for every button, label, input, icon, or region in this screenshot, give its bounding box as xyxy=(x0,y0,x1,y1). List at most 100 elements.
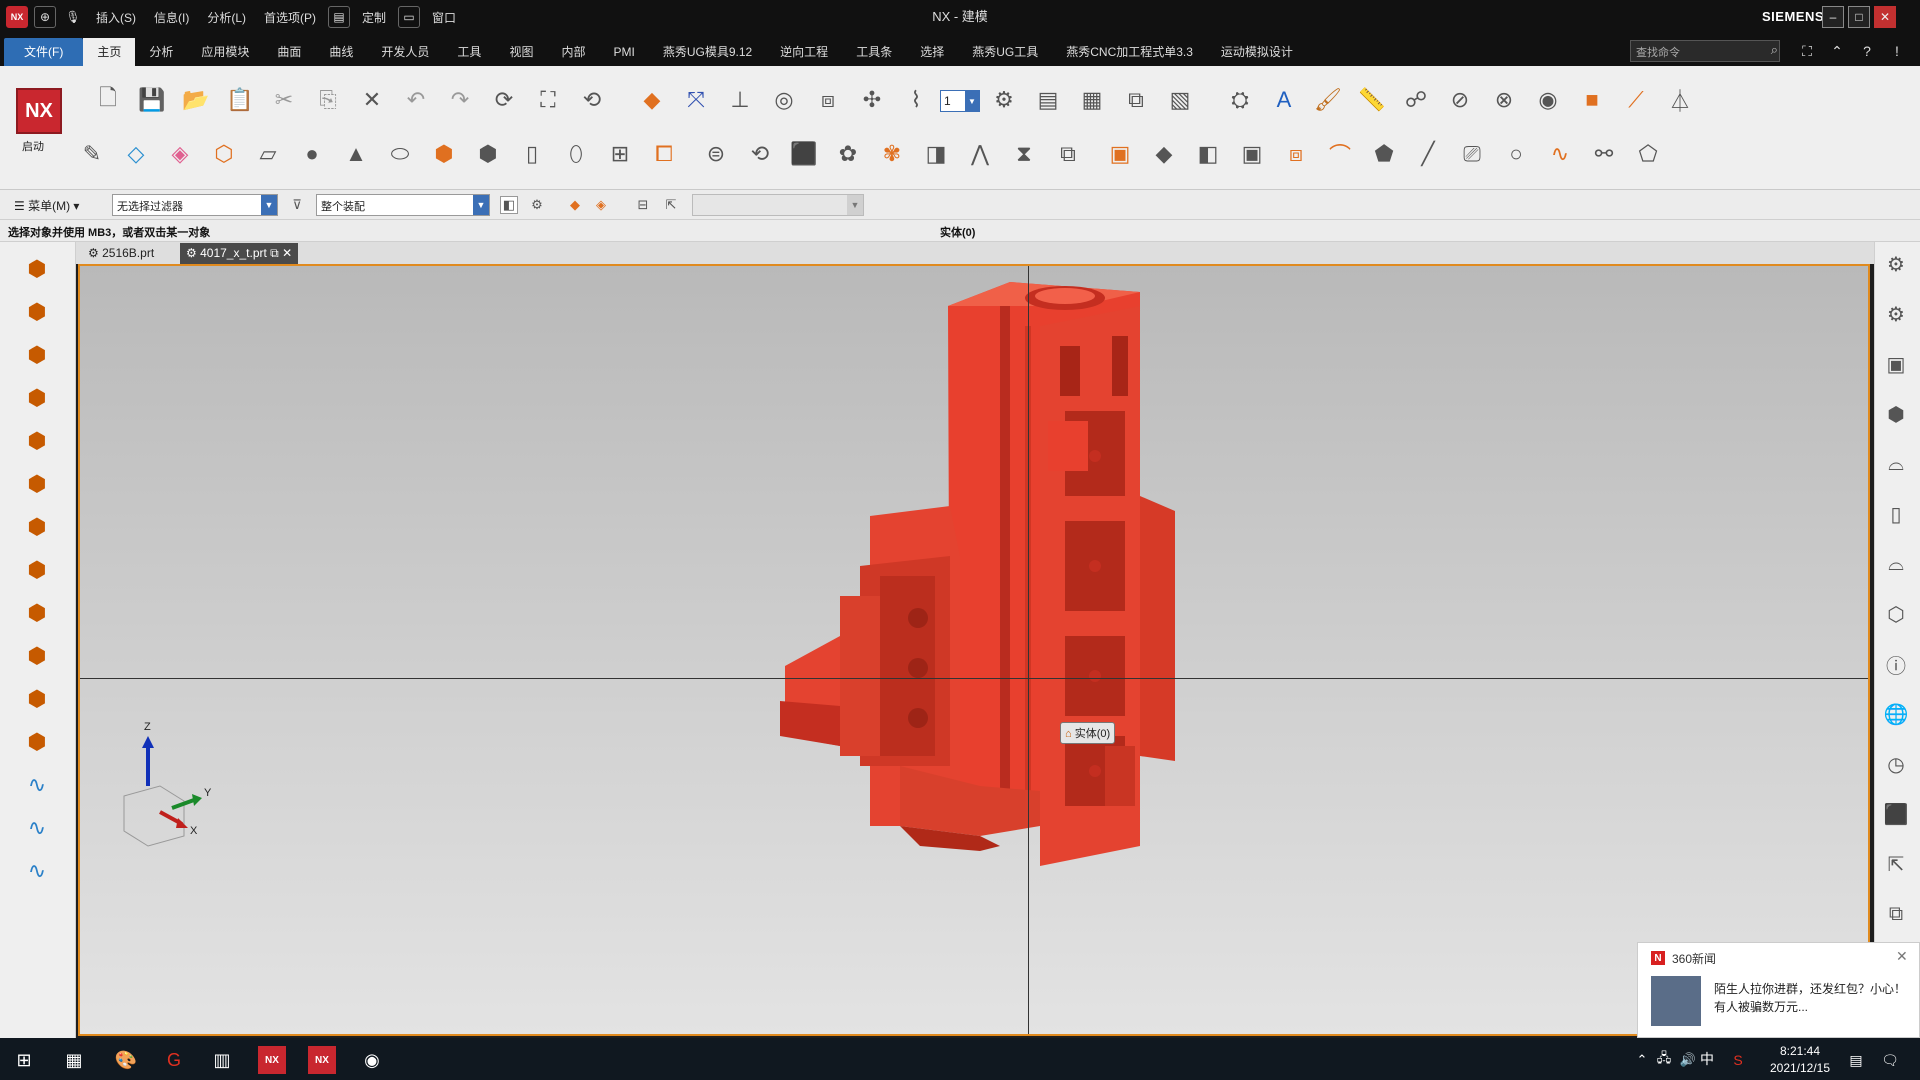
resource-tool-icon[interactable]: ⬢ xyxy=(20,639,54,673)
resource-tool-icon[interactable]: ⬢ xyxy=(20,381,54,415)
nx-task-icon-2[interactable]: NX xyxy=(308,1046,336,1074)
ribbon-tool-icon[interactable]: ⌇ xyxy=(900,84,932,116)
ribbon-tab[interactable]: 运动模拟设计 xyxy=(1207,38,1307,66)
export-icon[interactable]: ⇱ xyxy=(662,196,680,214)
snap-point-icon[interactable]: ◈ xyxy=(592,196,610,214)
ribbon-tool-icon[interactable]: ☍ xyxy=(1400,84,1432,116)
ribbon-tool-icon[interactable]: ⤧ xyxy=(680,84,712,116)
ribbon-tool-icon[interactable]: ⧈ xyxy=(812,84,844,116)
resource-tool-icon[interactable]: ⬢ xyxy=(20,596,54,630)
ribbon-tool-icon[interactable]: ⧗ xyxy=(1008,138,1040,170)
paint-icon[interactable]: 🎨 xyxy=(112,1046,140,1074)
ribbon-tab[interactable]: PMI xyxy=(599,38,648,66)
menu-info[interactable]: 信息(I) xyxy=(148,9,195,26)
ribbon-tool-icon[interactable]: ⬛ xyxy=(788,138,820,170)
ribbon-tool-icon[interactable]: ⋀ xyxy=(964,138,996,170)
ribbon-tool-icon[interactable]: ⛭ xyxy=(1224,84,1256,116)
resource-panel-icon[interactable]: ⇱ xyxy=(1880,848,1912,880)
ribbon-tool-icon[interactable]: ⟲ xyxy=(744,138,776,170)
ribbon-tool-icon[interactable]: ⬠ xyxy=(1632,138,1664,170)
ribbon-tool-icon[interactable]: ⎘ xyxy=(312,84,344,116)
collapse-ribbon-icon[interactable]: ⌃ xyxy=(1826,40,1848,62)
ribbon-tool-icon[interactable]: ⏃ xyxy=(1664,84,1696,116)
app-g-icon[interactable]: G xyxy=(160,1046,188,1074)
resource-panel-icon[interactable]: ◷ xyxy=(1880,748,1912,780)
ribbon-tool-icon[interactable]: ▯ xyxy=(516,138,548,170)
ribbon-tool-icon[interactable]: ⊥ xyxy=(724,84,756,116)
graphics-viewport[interactable]: Z Y X ⌂ 实体(0) xyxy=(78,264,1870,1036)
fullscreen-icon[interactable]: ⛶ xyxy=(1796,40,1818,62)
resource-tool-icon[interactable]: ⬢ xyxy=(20,510,54,544)
ribbon-tool-icon[interactable]: ● xyxy=(296,138,328,170)
ribbon-tool-icon[interactable]: 📋 xyxy=(224,84,256,116)
ribbon-tab[interactable]: 曲线 xyxy=(315,38,367,66)
ribbon-tool-icon[interactable]: ▦ xyxy=(1076,84,1108,116)
menu-insert[interactable]: 插入(S) xyxy=(90,9,142,26)
ribbon-tool-icon[interactable]: ⊗ xyxy=(1488,84,1520,116)
resource-panel-icon[interactable]: ⌓ xyxy=(1880,448,1912,480)
resource-tool-icon[interactable]: ⬢ xyxy=(20,682,54,716)
ribbon-tab[interactable]: 工具条 xyxy=(842,38,906,66)
axis-triad[interactable]: Z Y X xyxy=(123,721,212,847)
resource-tool-icon[interactable]: ∿ xyxy=(20,768,54,802)
ribbon-tool-icon[interactable]: ⬡ xyxy=(208,138,240,170)
ribbon-tab[interactable]: 燕秀CNC加工程式单3.3 xyxy=(1052,38,1207,66)
filter-icon[interactable]: ⊽ xyxy=(288,196,306,214)
search-input[interactable]: 查找命令 xyxy=(1630,40,1780,62)
doc-tab-4017[interactable]: ⚙ 4017_x_t.prt ⧉ ✕ xyxy=(180,243,299,264)
ribbon-tool-icon[interactable]: ⧉ xyxy=(1120,84,1152,116)
resource-panel-icon[interactable]: ▯ xyxy=(1880,498,1912,530)
resource-panel-icon[interactable]: ⬢ xyxy=(1880,398,1912,430)
menu-preferences[interactable]: 首选项(P) xyxy=(258,9,322,26)
ribbon-tool-icon[interactable]: ⛶ xyxy=(532,84,564,116)
resource-panel-icon[interactable]: ⬡ xyxy=(1880,598,1912,630)
calculator-icon[interactable]: ▦ xyxy=(60,1046,88,1074)
ribbon-tab[interactable]: 应用模块 xyxy=(187,38,263,66)
ribbon-tool-icon[interactable]: ✂ xyxy=(268,84,300,116)
selection-options-icon[interactable]: ⚙ xyxy=(528,196,546,214)
ribbon-tab[interactable]: 逆向工程 xyxy=(766,38,842,66)
resource-tool-icon[interactable]: ⬢ xyxy=(20,252,54,286)
ribbon-tab[interactable]: 开发人员 xyxy=(367,38,443,66)
ribbon-tab[interactable]: 曲面 xyxy=(263,38,315,66)
ribbon-tool-icon[interactable]: ✕ xyxy=(356,84,388,116)
ribbon-tool-icon[interactable]: ▤ xyxy=(1032,84,1064,116)
ribbon-tool-icon[interactable]: ◎ xyxy=(768,84,800,116)
close-button[interactable]: ✕ xyxy=(1874,6,1896,28)
ribbon-tool-icon[interactable]: 📂 xyxy=(180,84,212,116)
menu-window[interactable]: 窗口 xyxy=(426,9,462,26)
ribbon-tab[interactable]: 分析 xyxy=(135,38,187,66)
ribbon-tool-icon[interactable]: ⚯ xyxy=(1588,138,1620,170)
resource-tool-icon[interactable]: ⬢ xyxy=(20,467,54,501)
layer-select[interactable]: 1 ▼ xyxy=(940,90,980,112)
ribbon-tab[interactable]: 视图 xyxy=(495,38,547,66)
resource-tool-icon[interactable]: ⬢ xyxy=(20,424,54,458)
ribbon-tool-icon[interactable]: ◆ xyxy=(1148,138,1180,170)
ribbon-tool-icon[interactable]: ▲ xyxy=(340,138,372,170)
resource-tool-icon[interactable]: ∿ xyxy=(20,854,54,888)
ribbon-tool-icon[interactable]: ↷ xyxy=(444,84,476,116)
notification-text[interactable]: 陌生人拉你进群，还发红包？小心！有人被骗数万元... xyxy=(1714,980,1910,1016)
help-icon[interactable]: ? xyxy=(1856,40,1878,62)
ribbon-tool-icon[interactable]: ⟳ xyxy=(488,84,520,116)
tab-file[interactable]: 文件(F) xyxy=(4,38,84,66)
notes-icon[interactable]: ▤ xyxy=(1842,1046,1870,1074)
cad-model-solid[interactable] xyxy=(780,282,1175,866)
action-center-icon[interactable]: 🗨 xyxy=(1876,1046,1904,1074)
resource-panel-icon[interactable]: ⌓ xyxy=(1880,548,1912,580)
ribbon-tool-icon[interactable]: ◈ xyxy=(164,138,196,170)
ribbon-tool-icon[interactable]: ∿ xyxy=(1544,138,1576,170)
close-tab-icon[interactable]: ✕ xyxy=(282,246,292,260)
maximize-button[interactable]: □ xyxy=(1848,6,1870,28)
notification-close-icon[interactable]: ✕ xyxy=(1896,948,1908,965)
ribbon-tool-icon[interactable]: ◨ xyxy=(920,138,952,170)
assembly-scope-select[interactable]: 整个装配 ▼ xyxy=(316,194,490,216)
ribbon-tool-icon[interactable]: ◧ xyxy=(1192,138,1224,170)
ribbon-tab[interactable]: 工具 xyxy=(443,38,495,66)
ribbon-tool-icon[interactable]: ⊜ xyxy=(700,138,732,170)
taskbar-clock[interactable]: 8:21:44 2021/12/15 xyxy=(1765,1043,1835,1077)
ribbon-tool-icon[interactable]: ⬢ xyxy=(472,138,504,170)
ribbon-tool-icon[interactable]: 🖌 xyxy=(1312,84,1344,116)
ribbon-tool-icon[interactable]: 📏 xyxy=(1356,84,1388,116)
ribbon-tool-icon[interactable]: ⧉ xyxy=(1052,138,1084,170)
